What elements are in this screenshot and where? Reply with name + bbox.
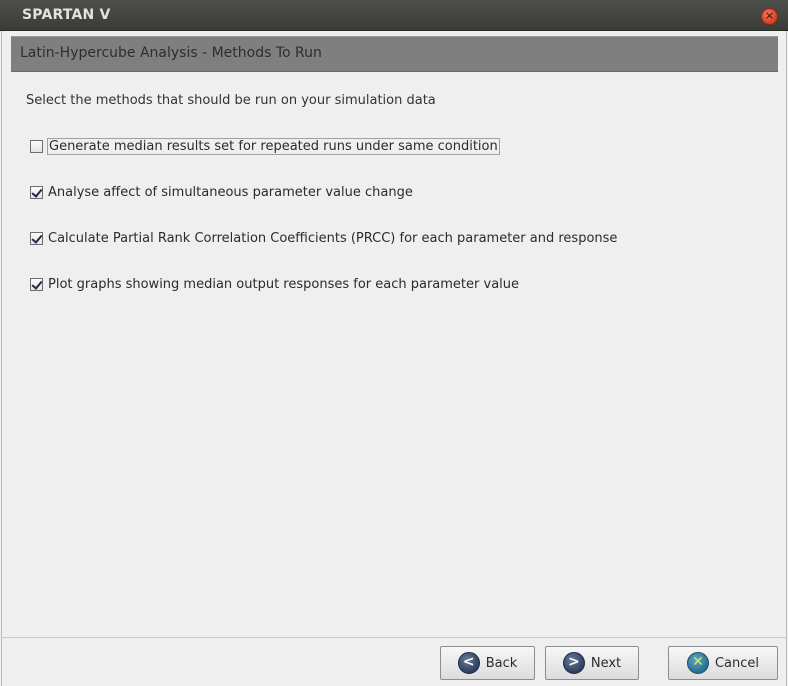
option-plot-graphs[interactable]: Plot graphs showing median output respon…	[30, 275, 520, 293]
page-title: Latin-Hypercube Analysis - Methods To Ru…	[20, 45, 322, 61]
cancel-x-icon: ✕	[686, 652, 709, 674]
checkbox-calculate-prcc[interactable]	[30, 231, 43, 245]
checkbox-analyse-simultaneous[interactable]	[30, 185, 43, 199]
next-button[interactable]: > Next	[545, 646, 639, 680]
next-button-label: Next	[590, 655, 622, 671]
right-arrow-icon: >	[562, 652, 585, 674]
divider	[1, 637, 787, 638]
option-analyse-simultaneous[interactable]: Analyse affect of simultaneous parameter…	[30, 183, 414, 201]
checkbox-plot-graphs[interactable]	[30, 277, 43, 291]
left-arrow-icon: <	[457, 652, 480, 674]
option-label: Analyse affect of simultaneous parameter…	[48, 184, 413, 200]
cancel-button[interactable]: ✕ Cancel	[668, 646, 778, 680]
close-icon[interactable]: ×	[761, 8, 778, 25]
instruction-text: Select the methods that should be run on…	[26, 93, 436, 108]
back-button[interactable]: < Back	[440, 646, 535, 680]
option-calculate-prcc[interactable]: Calculate Partial Rank Correlation Coeff…	[30, 229, 618, 247]
cancel-button-label: Cancel	[714, 655, 760, 671]
option-generate-median[interactable]: Generate median results set for repeated…	[30, 137, 500, 155]
option-label: Calculate Partial Rank Correlation Coeff…	[48, 230, 618, 246]
back-button-label: Back	[485, 655, 518, 671]
title-bar: SPARTAN V ×	[0, 0, 788, 31]
dialog-body	[1, 31, 787, 686]
option-label: Generate median results set for repeated…	[47, 137, 500, 155]
checkbox-generate-median[interactable]	[30, 139, 43, 153]
section-header: Latin-Hypercube Analysis - Methods To Ru…	[11, 36, 778, 72]
window-title: SPARTAN V	[22, 7, 111, 23]
option-label: Plot graphs showing median output respon…	[48, 276, 520, 292]
